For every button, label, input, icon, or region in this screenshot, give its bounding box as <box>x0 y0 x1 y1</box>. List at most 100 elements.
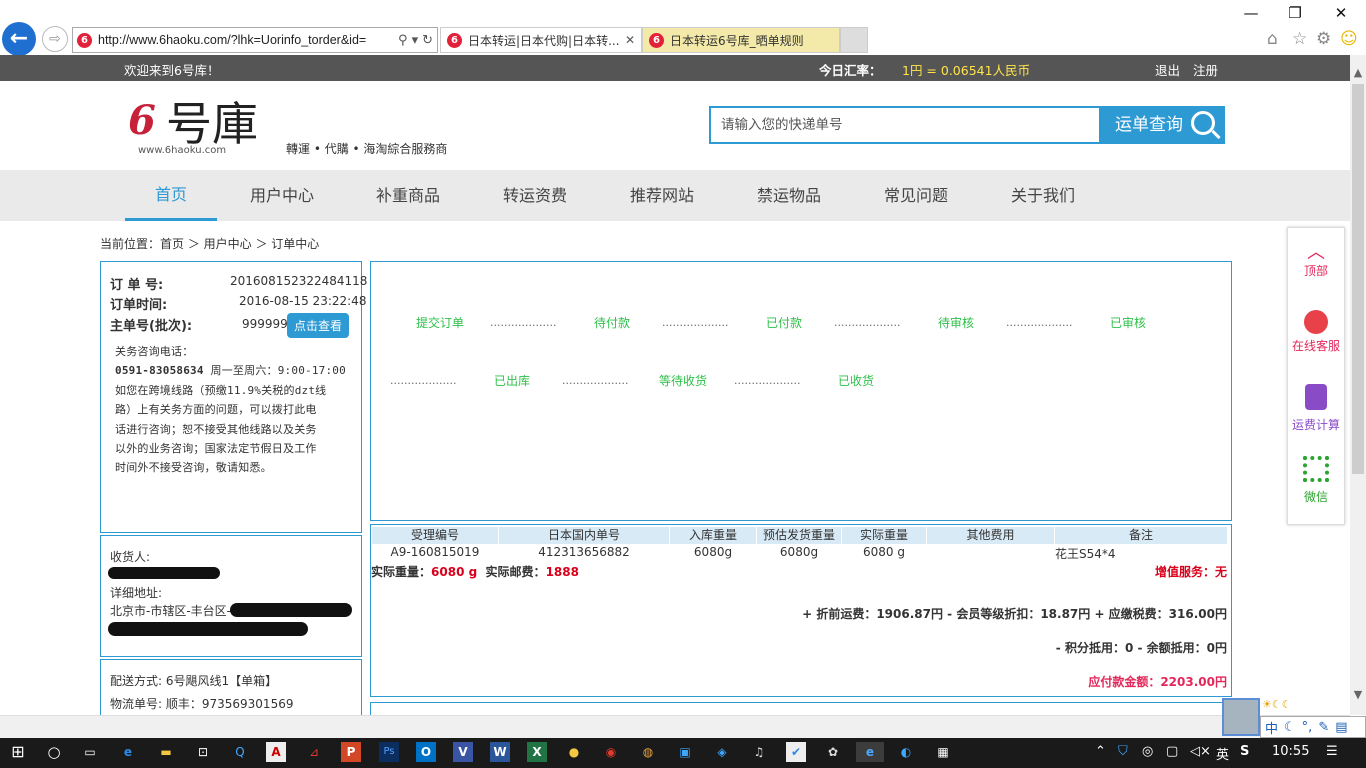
app-image-icon[interactable]: ▣ <box>675 742 695 762</box>
main-no-label: 主单号(批次): <box>110 319 193 334</box>
search-circle-icon[interactable]: ○ <box>44 742 64 762</box>
main-no-value: 999999 <box>242 317 288 331</box>
smiley-feedback-icon[interactable]: ☺ <box>1340 29 1358 49</box>
tray-app-icon[interactable]: ◎ <box>1142 744 1153 759</box>
tray-message-icon[interactable]: ▢ <box>1166 744 1178 759</box>
ime-toolbar[interactable]: 中 ☾ °, ✎ ▤ <box>1260 716 1366 738</box>
file-explorer-icon[interactable]: ▬ <box>156 742 176 762</box>
tracking-search-input[interactable]: 请输入您的快递单号 <box>709 106 1101 144</box>
volume-mute-icon[interactable]: ◁× <box>1190 744 1211 759</box>
search-icon[interactable]: ⚲ <box>398 33 408 48</box>
cell-remark: 花王S54*4 <box>1055 547 1116 561</box>
step-reviewed: 已审核 <box>1110 316 1147 330</box>
tracking-search-button[interactable]: 运单查询 <box>1101 106 1225 144</box>
edge-icon[interactable]: e <box>118 742 138 762</box>
nav-recommended-sites[interactable]: 推荐网站 <box>616 170 708 221</box>
app-a-icon[interactable]: A <box>266 742 286 762</box>
nav-supplement-goods[interactable]: 补重商品 <box>362 170 454 221</box>
home-icon[interactable]: ⌂ <box>1267 29 1278 49</box>
tab-favicon-icon: 6 <box>649 32 664 48</box>
dropdown-icon[interactable]: ▾ <box>412 33 419 48</box>
refresh-icon[interactable]: ↻ <box>422 33 433 48</box>
powerpoint-icon[interactable]: P <box>341 742 361 762</box>
scrollbar-thumb[interactable] <box>1352 84 1364 474</box>
app-globe-icon[interactable]: ● <box>564 742 584 762</box>
wechat-button[interactable]: 微信 <box>1287 456 1345 505</box>
scroll-down-icon[interactable]: ▼ <box>1350 688 1366 701</box>
app-q-icon[interactable]: Q <box>230 742 250 762</box>
back-to-top-button[interactable]: ︿ 顶部 <box>1287 244 1345 279</box>
close-window-icon[interactable]: ✕ <box>1326 4 1356 22</box>
wrench-icon[interactable]: ✎ <box>1318 720 1329 735</box>
online-service-button[interactable]: 在线客服 <box>1287 310 1345 354</box>
tray-s-icon[interactable]: S <box>1240 744 1249 759</box>
shipping-method: 配送方式: 6号飓风线1【单箱】 <box>110 674 278 688</box>
tray-shield-icon[interactable]: ⛉ <box>1118 744 1128 759</box>
fee-calculator-button[interactable]: 运费计算 <box>1287 384 1345 433</box>
nav-prohibited-items[interactable]: 禁运物品 <box>743 170 835 221</box>
back-button[interactable]: ← <box>2 22 36 56</box>
tab-close-icon[interactable]: ✕ <box>625 33 635 47</box>
app-red-icon[interactable]: ◉ <box>601 742 621 762</box>
ime-lang-label[interactable]: 英 <box>1216 744 1229 763</box>
word-icon[interactable]: W <box>490 742 510 762</box>
action-center-icon[interactable]: ☰ <box>1326 744 1338 759</box>
scroll-up-icon[interactable]: ▲ <box>1350 66 1366 79</box>
chevron-up-icon: ︿ <box>1307 242 1325 263</box>
redacted-receiver <box>108 567 220 579</box>
browser-tab-1[interactable]: 6 日本转运|日本代购|日本转... ✕ <box>440 27 642 53</box>
step-connector: ................... <box>734 374 801 387</box>
welcome-text: 欢迎来到6号库！ <box>124 63 220 78</box>
order-time-label: 订单时间: <box>110 298 168 313</box>
nav-faq[interactable]: 常见问题 <box>870 170 962 221</box>
minimize-icon[interactable]: — <box>1236 4 1266 22</box>
app-orange-icon[interactable]: ◍ <box>638 742 658 762</box>
float-label: 在线客服 <box>1291 339 1340 353</box>
photoshop-icon[interactable]: Ps <box>379 742 399 762</box>
taskbar-clock[interactable]: 10:55 <box>1272 744 1309 759</box>
restore-icon[interactable]: ❐ <box>1280 4 1310 22</box>
view-batch-button[interactable]: 点击查看 <box>287 313 350 338</box>
excel-icon[interactable]: X <box>527 742 547 762</box>
app-share-icon[interactable]: ◈ <box>712 742 732 762</box>
nav-shipping-rates[interactable]: 转运资费 <box>489 170 581 221</box>
punct-icon[interactable]: °, <box>1302 720 1313 735</box>
gear-icon[interactable]: ⚙ <box>1316 29 1331 49</box>
address-bar[interactable]: 6 http://www.6haoku.com/?lhk=Uorinfo_tor… <box>72 27 438 53</box>
nav-about-us[interactable]: 关于我们 <box>997 170 1089 221</box>
step-awaiting-receipt: 等待收货 <box>659 374 708 388</box>
value-added-service: 增值服务：无 <box>1154 565 1227 579</box>
task-view-icon[interactable]: ▭ <box>80 742 100 762</box>
app-check-icon[interactable]: ✔ <box>786 742 806 762</box>
forward-button[interactable]: ⇨ <box>42 26 68 52</box>
moon-icon[interactable]: ☾ <box>1284 720 1296 735</box>
calculator-taskbar-icon[interactable]: ▦ <box>933 742 953 762</box>
logout-link[interactable]: 退出 <box>1155 60 1180 79</box>
favorites-star-icon[interactable]: ☆ <box>1292 29 1307 49</box>
outlook-icon[interactable]: O <box>416 742 436 762</box>
actual-postage-label: 实际邮费： <box>485 565 546 579</box>
col-header: 入库重量 <box>670 527 756 544</box>
clipboard-icon[interactable]: ▤ <box>1335 720 1347 735</box>
tray-chevron-icon[interactable]: ⌃ <box>1095 744 1106 759</box>
nav-user-center[interactable]: 用户中心 <box>236 170 328 221</box>
itunes-icon[interactable]: ♫ <box>749 742 769 762</box>
step-connector: ................... <box>1006 316 1073 329</box>
logo-number[interactable]: 6 <box>128 97 156 144</box>
col-header: 日本国内单号 <box>499 527 669 544</box>
app-wheel-icon[interactable]: ✿ <box>823 742 843 762</box>
browser-tab-2[interactable]: 6 日本转运6号库_晒单规则 <box>642 27 840 53</box>
pdf-icon[interactable]: ⊿ <box>304 742 324 762</box>
consult-title: 关务咨询电话： <box>115 345 194 358</box>
ime-cn-label[interactable]: 中 <box>1265 718 1278 737</box>
address-text[interactable]: http://www.6haoku.com/?lhk=Uorinfo_torde… <box>98 33 394 47</box>
register-link[interactable]: 注册 <box>1193 60 1218 79</box>
app-swirl-icon[interactable]: ◐ <box>896 742 916 762</box>
visio-icon[interactable]: V <box>453 742 473 762</box>
redacted-address-line2 <box>108 622 308 636</box>
new-tab-button[interactable] <box>840 27 868 53</box>
windows-start-icon[interactable]: ⊞ <box>8 742 28 762</box>
store-icon[interactable]: ⊡ <box>193 742 213 762</box>
nav-home[interactable]: 首页 <box>125 170 217 221</box>
ie-taskbar-icon[interactable]: e <box>856 742 884 762</box>
